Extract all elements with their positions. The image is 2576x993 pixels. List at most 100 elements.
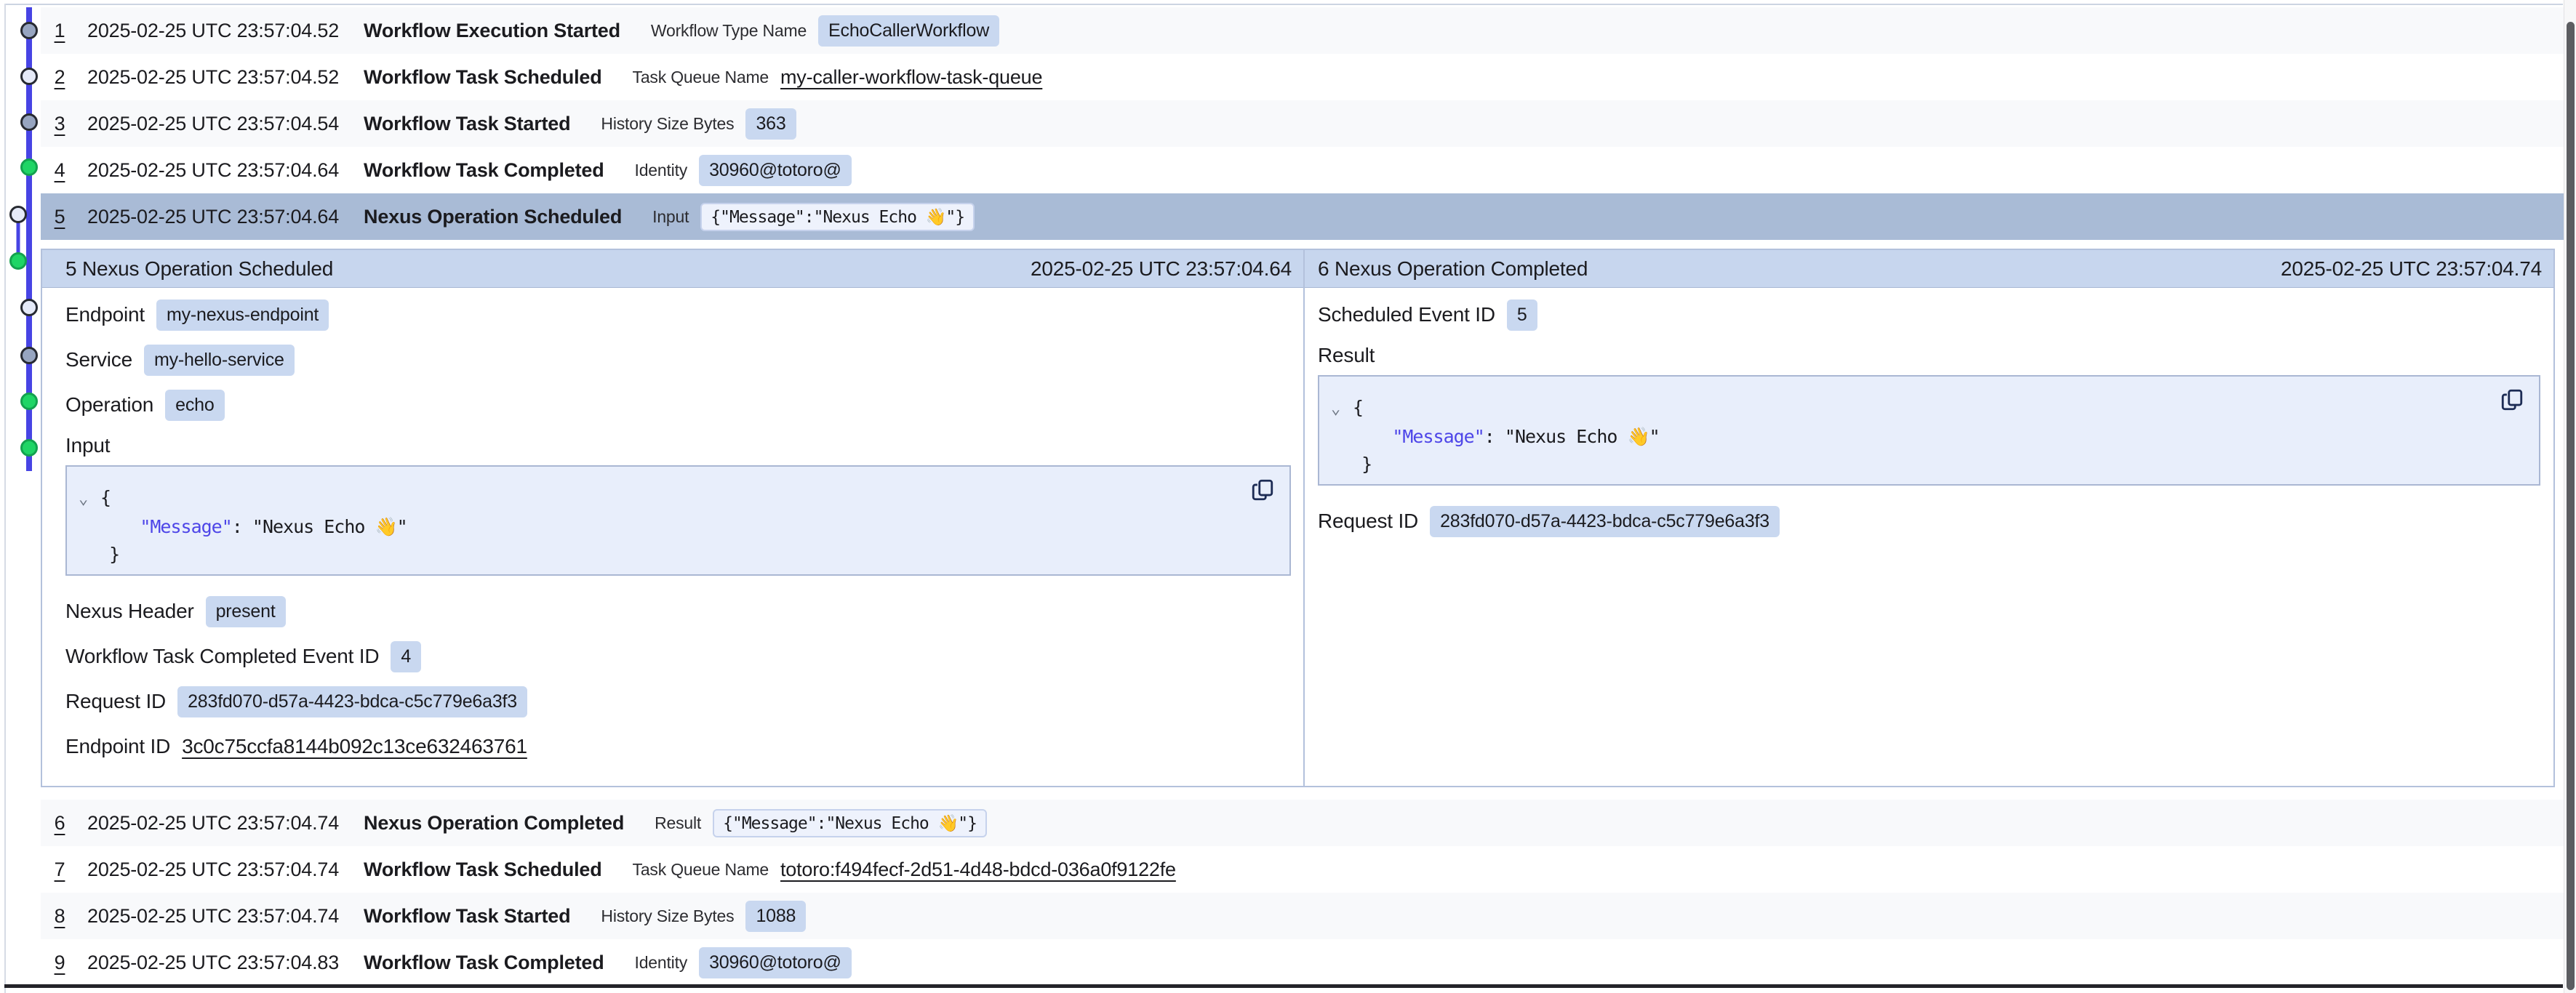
field-value-badge: 4 <box>391 641 421 672</box>
event-detail-timestamp: 2025-02-25 UTC 23:57:04.74 <box>2281 257 2542 281</box>
history-event-row-4[interactable]: 4 2025-02-25 UTC 23:57:04.64 Workflow Ta… <box>41 147 2567 193</box>
event-timestamp: 2025-02-25 UTC 23:57:04.54 <box>87 113 339 135</box>
field-label: Request ID <box>1318 510 1418 533</box>
field-label: Nexus Header <box>65 600 194 623</box>
event-id-link[interactable]: 4 <box>49 159 70 182</box>
field-request-id: Request ID 283fd070-d57a-4423-bdca-c5c77… <box>65 679 1291 724</box>
event-detail-header[interactable]: 5 Nexus Operation Scheduled 2025-02-25 U… <box>42 250 1303 288</box>
event-attr-json-badge: {"Message":"Nexus Echo 👋"} <box>713 809 987 837</box>
event-detail-body: Endpoint my-nexus-endpoint Service my-he… <box>42 288 1303 786</box>
event-id-link[interactable]: 3 <box>49 113 70 135</box>
field-value-badge: my-nexus-endpoint <box>156 299 329 331</box>
result-label: Result <box>1318 339 2540 372</box>
collapse-chevron-icon[interactable]: ⌄ <box>1331 395 1353 423</box>
copy-icon[interactable] <box>1250 477 1275 503</box>
task-queue-link[interactable]: my-caller-workflow-task-queue <box>780 66 1042 89</box>
field-label: Endpoint ID <box>65 735 170 758</box>
vertical-scrollbar-track[interactable] <box>2564 0 2576 993</box>
json-separator: : <box>1484 426 1505 447</box>
timeline-dot-event-7 <box>22 300 37 315</box>
history-event-row-2[interactable]: 2 2025-02-25 UTC 23:57:04.52 Workflow Ta… <box>41 54 2567 100</box>
event-timestamp: 2025-02-25 UTC 23:57:04.83 <box>87 952 339 974</box>
history-event-row-3[interactable]: 3 2025-02-25 UTC 23:57:04.54 Workflow Ta… <box>41 100 2567 147</box>
event-attr-label: History Size Bytes <box>601 114 734 134</box>
input-label: Input <box>65 429 1291 462</box>
event-name: Workflow Task Started <box>364 905 570 928</box>
endpoint-id-link[interactable]: 3c0c75ccfa8144b092c13ce632463761 <box>182 735 527 758</box>
history-event-row-7[interactable]: 7 2025-02-25 UTC 23:57:04.74 Workflow Ta… <box>41 846 2567 893</box>
event-detail-timestamp: 2025-02-25 UTC 23:57:04.64 <box>1031 257 1292 281</box>
event-id-link[interactable]: 5 <box>49 206 70 228</box>
event-detail-title: 6 Nexus Operation Completed <box>1318 257 1588 281</box>
field-value-badge: present <box>206 596 286 627</box>
event-attr-label: Identity <box>635 161 688 180</box>
event-detail-header[interactable]: 6 Nexus Operation Completed 2025-02-25 U… <box>1305 250 2553 288</box>
json-string-value: "Nexus Echo 👋" <box>1505 426 1660 447</box>
json-separator: : <box>232 516 252 537</box>
history-event-row-5-selected[interactable]: 5 2025-02-25 UTC 23:57:04.64 Nexus Opera… <box>41 193 2567 240</box>
field-service: Service my-hello-service <box>65 337 1291 382</box>
json-string-value: "Nexus Echo 👋" <box>252 516 407 537</box>
event-id-link[interactable]: 1 <box>49 20 70 42</box>
timeline-dot-event-2 <box>22 69 37 84</box>
history-rows-top: 1 2025-02-25 UTC 23:57:04.52 Workflow Ex… <box>41 7 2567 240</box>
event-attr-label: Result <box>655 813 701 833</box>
event-attr-label: Identity <box>635 953 688 973</box>
field-endpoint-id: Endpoint ID 3c0c75ccfa8144b092c13ce63246… <box>65 724 1291 769</box>
event-id-link[interactable]: 8 <box>49 905 70 928</box>
json-open-brace: { <box>1353 397 1363 418</box>
timeline-dot-event-1 <box>22 23 37 39</box>
event-attr-badge: 30960@totoro@ <box>699 155 852 186</box>
event-detail-title: 5 Nexus Operation Scheduled <box>65 257 333 281</box>
event-timestamp: 2025-02-25 UTC 23:57:04.64 <box>87 206 339 228</box>
event-attr-label: Task Queue Name <box>633 68 769 87</box>
event-detail-panel: 5 Nexus Operation Scheduled 2025-02-25 U… <box>41 249 2555 787</box>
field-label: Workflow Task Completed Event ID <box>65 645 379 668</box>
event-timeline-graph <box>0 0 41 494</box>
timeline-dot-event-10 <box>22 441 37 456</box>
event-attr-badge: 30960@totoro@ <box>699 947 852 978</box>
history-event-row-1[interactable]: 1 2025-02-25 UTC 23:57:04.52 Workflow Ex… <box>41 7 2567 54</box>
event-name: Workflow Task Scheduled <box>364 66 601 89</box>
event-detail-completed: 6 Nexus Operation Completed 2025-02-25 U… <box>1303 250 2553 786</box>
json-close-brace: } <box>1361 454 1372 475</box>
collapse-chevron-icon[interactable]: ⌄ <box>79 486 100 513</box>
history-event-row-6[interactable]: 6 2025-02-25 UTC 23:57:04.74 Nexus Opera… <box>41 800 2567 846</box>
field-label: Operation <box>65 393 153 417</box>
event-timestamp: 2025-02-25 UTC 23:57:04.74 <box>87 812 339 835</box>
event-attr-badge: EchoCallerWorkflow <box>818 15 999 47</box>
table-top-border <box>4 4 2563 5</box>
json-open-brace: { <box>100 487 111 508</box>
event-id-link[interactable]: 9 <box>49 952 70 974</box>
event-timestamp: 2025-02-25 UTC 23:57:04.52 <box>87 66 339 89</box>
field-wtc-event-id: Workflow Task Completed Event ID 4 <box>65 634 1291 679</box>
event-detail-scheduled: 5 Nexus Operation Scheduled 2025-02-25 U… <box>42 250 1303 786</box>
field-value-badge: 283fd070-d57a-4423-bdca-c5c779e6a3f3 <box>177 686 527 717</box>
json-key: "Message" <box>1392 426 1484 447</box>
timeline-dot-event-4 <box>22 160 37 175</box>
field-value-badge: 283fd070-d57a-4423-bdca-c5c779e6a3f3 <box>1430 506 1780 537</box>
event-id-link[interactable]: 7 <box>49 859 70 881</box>
task-queue-link[interactable]: totoro:f494fecf-2d51-4d48-bdcd-036a0f912… <box>780 859 1176 881</box>
timeline-dot-event-3 <box>22 115 37 130</box>
result-json-viewer: ⌄{ "Message": "Nexus Echo 👋" } <box>1318 375 2540 486</box>
timeline-dot-event-6 <box>11 254 26 269</box>
event-attr-label: Workflow Type Name <box>651 21 807 41</box>
history-event-row-8[interactable]: 8 2025-02-25 UTC 23:57:04.74 Workflow Ta… <box>41 893 2567 939</box>
event-name: Nexus Operation Completed <box>364 812 624 835</box>
input-json-viewer: ⌄{ "Message": "Nexus Echo 👋" } <box>65 465 1291 576</box>
event-timestamp: 2025-02-25 UTC 23:57:04.52 <box>87 20 339 42</box>
field-nexus-header: Nexus Header present <box>65 589 1291 634</box>
history-event-row-9[interactable]: 9 2025-02-25 UTC 23:57:04.83 Workflow Ta… <box>41 939 2567 986</box>
event-id-link[interactable]: 6 <box>49 812 70 835</box>
event-name: Workflow Task Completed <box>364 952 604 974</box>
event-detail-body: Scheduled Event ID 5 Result ⌄{ "Message"… <box>1305 288 2553 786</box>
event-attr-label: Task Queue Name <box>633 860 769 880</box>
event-attr-badge: 363 <box>745 108 796 140</box>
history-rows-bottom: 6 2025-02-25 UTC 23:57:04.74 Nexus Opera… <box>41 800 2567 986</box>
vertical-scrollbar-thumb[interactable] <box>2567 22 2575 990</box>
copy-icon[interactable] <box>2500 387 2524 413</box>
json-key: "Message" <box>140 516 231 537</box>
event-id-link[interactable]: 2 <box>49 66 70 89</box>
field-request-id: Request ID 283fd070-d57a-4423-bdca-c5c77… <box>1318 499 2540 544</box>
